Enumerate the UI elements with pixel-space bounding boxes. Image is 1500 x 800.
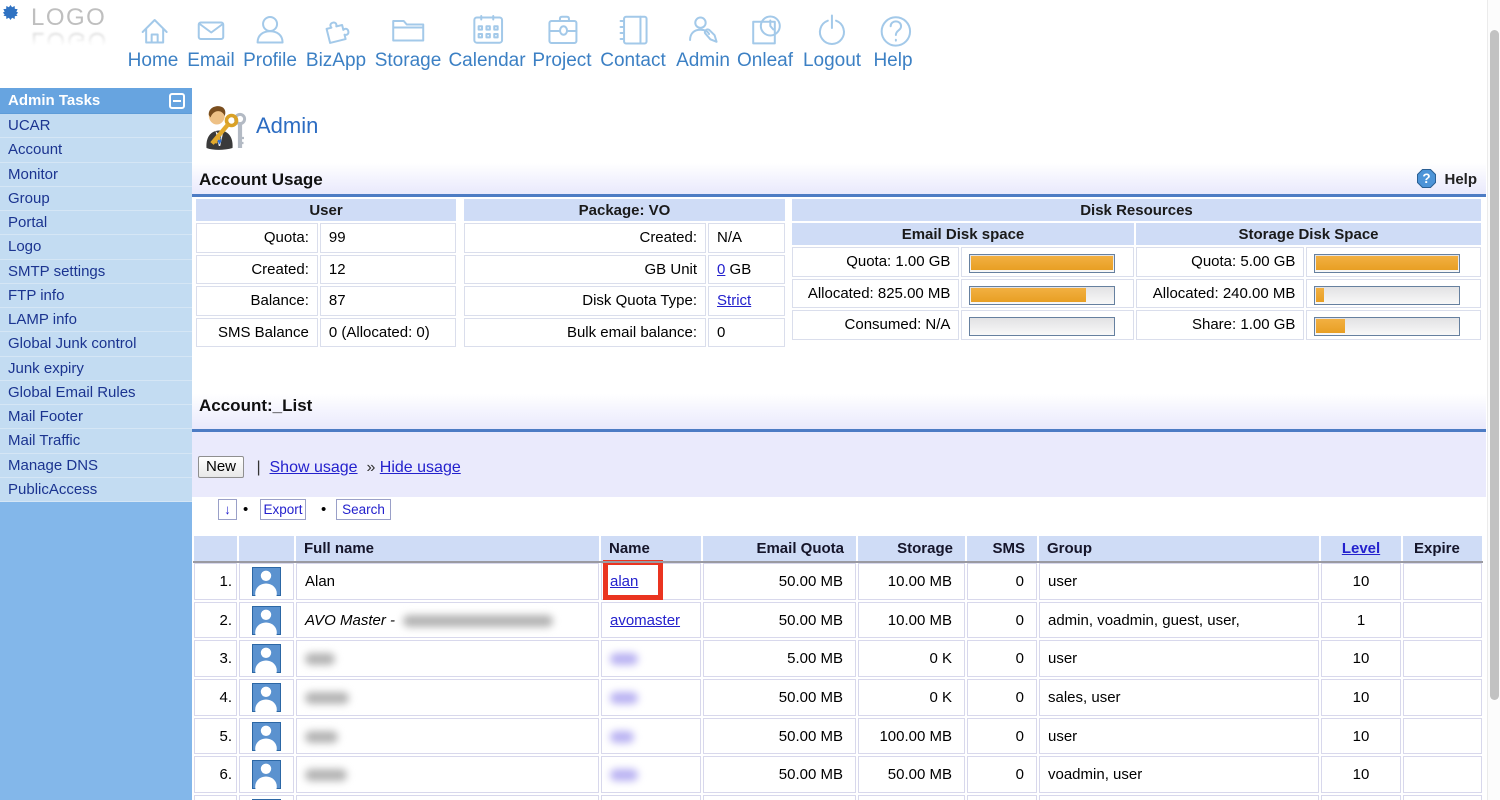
svg-text:?: ? [1423,171,1431,186]
